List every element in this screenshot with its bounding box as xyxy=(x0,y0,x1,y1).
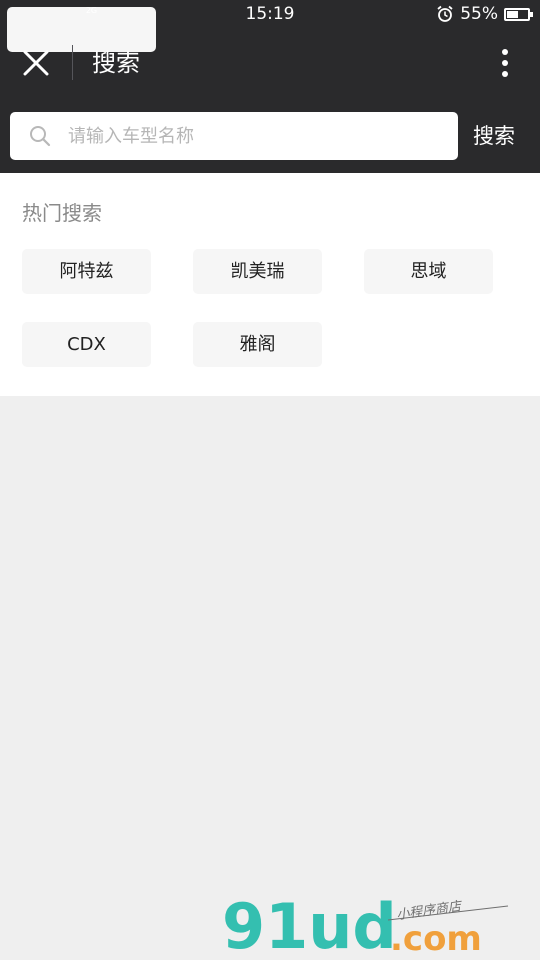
status-right: 55% xyxy=(436,4,533,24)
nav-divider xyxy=(72,45,73,80)
hot-tag[interactable]: 思域 xyxy=(364,249,493,294)
hot-tag[interactable]: 阿特兹 xyxy=(22,249,151,294)
more-menu-button[interactable] xyxy=(490,46,520,80)
close-button[interactable] xyxy=(14,45,58,81)
nav-bar: 搜索 xyxy=(0,30,540,96)
search-box[interactable] xyxy=(10,112,458,160)
battery-percent: 55% xyxy=(460,4,498,24)
watermark-logo: 91ud .com 小程序商店 xyxy=(222,890,509,958)
hot-tag[interactable]: 雅阁 xyxy=(193,322,322,367)
search-row: 搜索 xyxy=(0,112,540,162)
search-button[interactable]: 搜索 xyxy=(462,112,526,160)
close-icon xyxy=(23,50,49,76)
search-icon xyxy=(30,126,51,147)
battery-fill xyxy=(507,10,518,18)
hot-search-panel: 热门搜索 阿特兹 凯美瑞 思域 CDX 雅阁 xyxy=(0,173,540,396)
hot-tag[interactable]: CDX xyxy=(22,322,151,367)
watermark-brand: 91ud xyxy=(222,890,397,958)
status-bar: 4G 2G ··· 15:19 xyxy=(0,0,540,52)
alarm-icon xyxy=(437,5,453,22)
more-vertical-icon xyxy=(502,49,508,77)
header: 4G 2G ··· 15:19 xyxy=(0,0,540,173)
battery-icon xyxy=(504,7,533,21)
search-input[interactable] xyxy=(68,112,448,160)
watermark-suffix: .com xyxy=(390,919,482,958)
hot-search-title: 热门搜索 xyxy=(22,201,102,225)
hot-tag[interactable]: 凯美瑞 xyxy=(193,249,322,294)
page-title: 搜索 xyxy=(92,49,140,77)
